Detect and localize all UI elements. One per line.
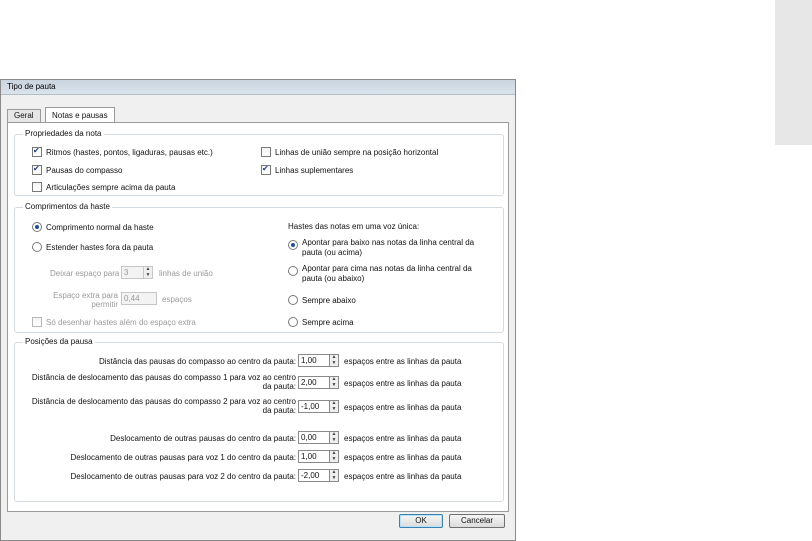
note-properties-legend: Propriedades da nota: [23, 129, 104, 138]
stem-lengths-legend: Comprimentos da haste: [23, 202, 112, 211]
rest-row-unit: espaços entre as linhas da pauta: [344, 379, 462, 388]
rest-row-unit: espaços entre as linhas da pauta: [344, 453, 462, 462]
rest-row-unit: espaços entre as linhas da pauta: [344, 434, 462, 443]
window-title: Tipo de pauta: [7, 82, 56, 91]
radio-mark: [288, 295, 298, 305]
rest-row-unit: espaços entre as linhas da pauta: [344, 357, 462, 366]
down-arrow-icon[interactable]: ▼: [330, 382, 338, 389]
rest-row-label: Distância das pausas do compasso ao cent…: [98, 357, 296, 366]
down-arrow-icon[interactable]: ▼: [330, 406, 338, 413]
radio-mark: [32, 242, 42, 252]
checkbox-mark: [32, 146, 42, 157]
rest-row-stepper[interactable]: -1,00 ▲ ▼: [298, 400, 339, 413]
tab-geral[interactable]: Geral: [7, 109, 41, 122]
extra-space-suffix: espaços: [162, 295, 192, 304]
rest-row-field[interactable]: 0,00: [298, 431, 330, 444]
rest-row-field[interactable]: -2,00: [298, 469, 330, 482]
cancel-button[interactable]: Cancelar: [449, 514, 505, 528]
checkbox-mark: [32, 182, 42, 192]
extra-space-label: Espaço extra para permitir: [53, 291, 118, 309]
ok-button[interactable]: OK: [399, 514, 443, 528]
rest-row-field[interactable]: -1,00: [298, 400, 330, 413]
rest-row-field[interactable]: 1,00: [298, 450, 330, 463]
stepper-arrows[interactable]: ▲ ▼: [330, 431, 339, 444]
rest-row-stepper[interactable]: 1,00 ▲ ▼: [298, 354, 339, 367]
title-bar: Tipo de pauta: [1, 80, 515, 95]
stepper-arrows[interactable]: ▲ ▼: [330, 450, 339, 463]
checkbox-mark: [261, 147, 271, 157]
point-up-center-radio[interactable]: Apontar para cima nas notas da linha cen…: [288, 264, 488, 284]
stepper-arrows[interactable]: ▲ ▼: [330, 469, 339, 482]
radio-mark: [32, 222, 42, 232]
checkbox-mark: [32, 317, 42, 327]
articulations-checkbox[interactable]: Articulações sempre acima da pauta: [32, 182, 175, 192]
leave-space-field[interactable]: 3: [121, 266, 144, 279]
rest-row-label: Deslocamento de outras pausas para voz 2…: [70, 472, 296, 481]
rest-row-unit: espaços entre as linhas da pauta: [344, 472, 462, 481]
checkbox-mark: [32, 164, 42, 175]
stepper-arrows[interactable]: ▲ ▼: [330, 376, 339, 389]
rest-row-stepper[interactable]: 0,00 ▲ ▼: [298, 431, 339, 444]
rhythms-checkbox[interactable]: Ritmos (hastes, pontos, ligaduras, pausa…: [32, 146, 213, 157]
rest-row-label: Distância de deslocamento das pausas do …: [31, 373, 296, 391]
rest-row-stepper[interactable]: 2,00 ▲ ▼: [298, 376, 339, 389]
always-up-radio[interactable]: Sempre acima: [288, 317, 354, 327]
ledger-lines-checkbox[interactable]: Linhas suplementares: [261, 164, 353, 175]
staff-type-dialog: Tipo de pauta Geral Notas e pausas Propr…: [0, 79, 516, 541]
rest-row-stepper[interactable]: 1,00 ▲ ▼: [298, 450, 339, 463]
rest-positions-legend: Posições da pausa: [23, 337, 95, 346]
down-arrow-icon[interactable]: ▼: [330, 456, 338, 463]
radio-mark: [288, 266, 298, 276]
down-arrow-icon[interactable]: ▼: [330, 437, 338, 444]
stepper-arrows[interactable]: ▲ ▼: [330, 400, 339, 413]
down-arrow-icon[interactable]: ▼: [330, 360, 338, 367]
checkbox-mark: [261, 164, 271, 175]
rest-row-field[interactable]: 2,00: [298, 376, 330, 389]
rest-row-unit: espaços entre as linhas da pauta: [344, 403, 462, 412]
stepper-arrows[interactable]: ▲ ▼: [330, 354, 339, 367]
rest-row-field[interactable]: 1,00: [298, 354, 330, 367]
radio-mark: [288, 317, 298, 327]
rest-row-stepper[interactable]: -2,00 ▲ ▼: [298, 469, 339, 482]
down-arrow-icon[interactable]: ▼: [330, 475, 338, 482]
extra-space-field-box[interactable]: 0,44: [121, 292, 157, 305]
always-down-radio[interactable]: Sempre abaixo: [288, 295, 356, 305]
down-arrow-icon[interactable]: ▼: [144, 272, 152, 279]
rest-row-label: Distância de deslocamento das pausas do …: [31, 397, 296, 415]
normal-stem-radio[interactable]: Comprimento normal da haste: [32, 222, 154, 232]
tab-strip: Geral Notas e pausas: [1, 94, 515, 122]
single-voice-heading: Hastes das notas em uma voz única:: [288, 222, 420, 231]
tab-notas-e-pausas[interactable]: Notas e pausas: [45, 107, 115, 122]
leave-space-stepper[interactable]: 3 ▲ ▼: [121, 266, 153, 279]
extra-space-field[interactable]: 0,44: [121, 292, 157, 305]
tab-panel: Propriedades da nota Ritmos (hastes, pon…: [7, 122, 509, 512]
beams-horizontal-checkbox[interactable]: Linhas de união sempre na posição horizo…: [261, 147, 438, 157]
radio-mark: [288, 240, 298, 250]
side-scroll-panel: [775, 0, 812, 145]
stepper-arrows[interactable]: ▲ ▼: [144, 266, 153, 279]
point-down-center-radio[interactable]: Apontar para baixo nas notas da linha ce…: [288, 238, 488, 258]
leave-space-suffix: linhas de união: [159, 269, 213, 278]
leave-space-label: Deixar espaço para: [50, 269, 120, 278]
bar-rests-checkbox[interactable]: Pausas do compasso: [32, 164, 123, 175]
rest-row-label: Deslocamento de outras pausas do centro …: [110, 434, 296, 443]
extend-stems-radio[interactable]: Estender hastes fora da pauta: [32, 242, 153, 252]
only-beyond-checkbox[interactable]: Só desenhar hastes além do espaço extra: [32, 317, 196, 327]
rest-row-label: Deslocamento de outras pausas para voz 1…: [70, 453, 296, 462]
